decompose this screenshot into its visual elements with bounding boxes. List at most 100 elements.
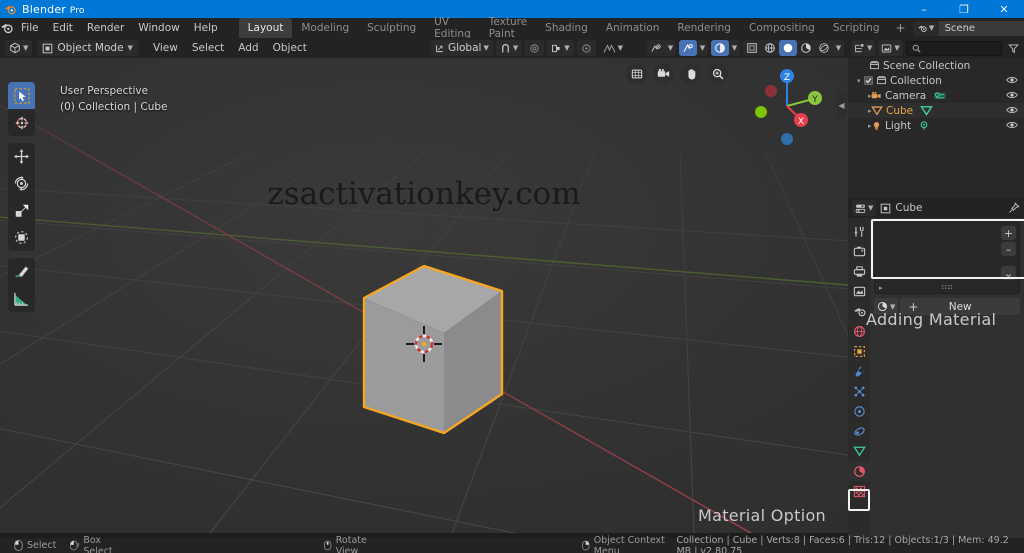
slot-list-expander[interactable]: ▸ <box>879 284 883 292</box>
physics-tab[interactable] <box>848 401 870 421</box>
expander-light[interactable]: ▸ <box>852 122 872 130</box>
blender-logo-icon[interactable] <box>0 18 14 38</box>
menu-file[interactable]: File <box>14 19 46 37</box>
menu-help[interactable]: Help <box>187 19 225 37</box>
maximize-button[interactable]: ❐ <box>944 0 984 18</box>
editor-type-3dview-icon[interactable]: ▼ <box>5 40 33 56</box>
toggle-camera-grid-icon[interactable] <box>626 63 647 84</box>
texture-tab[interactable] <box>848 481 870 501</box>
modifier-tab[interactable] <box>848 361 870 381</box>
shading-material-preview-icon[interactable] <box>797 40 815 56</box>
light-visibility-eye-icon[interactable] <box>1006 119 1018 131</box>
show-gizmo-icon[interactable] <box>647 40 665 56</box>
show-overlays-toggle[interactable] <box>679 40 697 56</box>
filter-icon[interactable] <box>1005 40 1021 56</box>
expander-cube[interactable]: ▸ <box>852 107 872 115</box>
pan-view-icon[interactable] <box>680 63 701 84</box>
tab-animation[interactable]: Animation <box>597 18 669 38</box>
camera-data-icon[interactable] <box>933 90 947 101</box>
pin-icon[interactable] <box>1008 202 1020 214</box>
navigation-axis-gizmo[interactable]: Z Y X <box>742 61 832 151</box>
filter-id-icon[interactable]: ▼ <box>878 40 903 56</box>
scene-icon[interactable]: ▼ <box>912 20 939 36</box>
expander-camera[interactable]: ▸ <box>852 92 872 100</box>
overlay-chevron-icon[interactable]: ▼ <box>697 40 708 56</box>
outliner-display-mode-icon[interactable]: ▼ <box>851 40 876 56</box>
pivot-point-selector[interactable]: ▼ <box>547 40 574 56</box>
collection-visibility-eye-icon[interactable] <box>1006 74 1018 86</box>
rotate-tool[interactable] <box>8 170 35 197</box>
sidebar-toggle-arrow[interactable]: ◀ <box>837 92 846 118</box>
cube-visibility-eye-icon[interactable] <box>1006 104 1018 116</box>
viewport-menu-select[interactable]: Select <box>185 40 231 56</box>
zoom-view-icon[interactable] <box>707 63 728 84</box>
editor-type-selector[interactable]: ▼ <box>0 40 33 56</box>
menu-edit[interactable]: Edit <box>46 19 80 37</box>
scene-name[interactable]: Scene <box>938 20 1023 36</box>
camera-visibility-eye-icon[interactable] <box>1006 89 1018 101</box>
particles-tab[interactable] <box>848 381 870 401</box>
outliner-row-collection[interactable]: ▾ Collection <box>848 73 1024 88</box>
material-slot-list[interactable]: + – ⌄ ▸ <box>874 222 1020 294</box>
tab-texture-paint[interactable]: Texture Paint <box>480 16 536 40</box>
close-button[interactable]: ✕ <box>984 0 1024 18</box>
viewport-canvas[interactable]: zsactivationkey.com Z Y X ◀ User Perspec… <box>0 58 848 533</box>
material-slot-specials-menu[interactable]: ⌄ <box>1001 266 1016 280</box>
tab-sculpting[interactable]: Sculpting <box>358 18 425 38</box>
falloff-selector[interactable] <box>576 40 596 56</box>
shading-wireframe-icon[interactable] <box>743 40 761 56</box>
outliner-search-input[interactable] <box>905 40 1002 56</box>
outliner-row-scene-collection[interactable]: Scene Collection <box>848 58 1024 73</box>
toggle-xray-icon[interactable] <box>711 40 729 56</box>
viewport-menu-add[interactable]: Add <box>231 40 265 56</box>
outliner-row-camera[interactable]: ▸ Camera <box>848 88 1024 103</box>
viewport-menu-view[interactable]: View <box>146 40 185 56</box>
shading-solid-wire-icon[interactable] <box>761 40 779 56</box>
render-tab[interactable] <box>848 241 870 261</box>
material-tab[interactable] <box>848 461 870 481</box>
tab-modeling[interactable]: Modeling <box>292 18 358 38</box>
tab-compositing[interactable]: Compositing <box>740 18 824 38</box>
scale-tool[interactable] <box>8 197 35 224</box>
cube-object[interactable] <box>352 261 552 451</box>
properties-editor-icon[interactable]: ▼ <box>852 200 877 216</box>
outliner-row-cube[interactable]: ▸ Cube <box>848 103 1024 118</box>
tab-scripting[interactable]: Scripting <box>824 18 889 38</box>
tab-layout[interactable]: Layout <box>238 18 293 38</box>
falloff-curve-selector[interactable]: ▼ <box>599 40 627 56</box>
move-tool[interactable] <box>8 143 35 170</box>
object-data-tab[interactable] <box>848 441 870 461</box>
constraints-tab[interactable] <box>848 421 870 441</box>
light-data-icon[interactable] <box>918 120 930 131</box>
interaction-mode-selector[interactable]: Object Mode ▼ <box>38 40 138 56</box>
gizmo-chevron-icon[interactable]: ▼ <box>665 40 676 56</box>
breadcrumb-object-name[interactable]: Cube <box>895 202 922 214</box>
add-material-slot-button[interactable]: + <box>1001 226 1016 240</box>
xray-chevron-icon[interactable]: ▼ <box>729 40 740 56</box>
object-tab[interactable] <box>848 341 870 361</box>
measure-tool[interactable] <box>8 285 35 312</box>
output-tab[interactable] <box>848 261 870 281</box>
proportional-editing-toggle[interactable] <box>525 40 545 56</box>
menu-render[interactable]: Render <box>80 19 131 37</box>
material-slot-resize-grip[interactable] <box>875 280 1019 293</box>
shading-chevron-icon[interactable]: ▼ <box>833 40 844 56</box>
snapping-toggle[interactable]: ▼ <box>495 40 523 56</box>
minimize-button[interactable]: – <box>904 0 944 18</box>
tab-rendering[interactable]: Rendering <box>668 18 740 38</box>
outliner-row-light[interactable]: ▸ Light <box>848 118 1024 133</box>
view-layer-tab[interactable] <box>848 281 870 301</box>
collection-checkbox[interactable] <box>864 76 873 85</box>
tab-shading[interactable]: Shading <box>536 18 597 38</box>
shading-solid-icon[interactable] <box>779 40 797 56</box>
tweak-select-box-tool[interactable] <box>8 82 35 109</box>
remove-material-slot-button[interactable]: – <box>1001 242 1016 256</box>
transform-orientation-selector[interactable]: Global ▼ <box>430 40 493 56</box>
cursor-tool[interactable] <box>8 109 35 136</box>
viewport-menu-object[interactable]: Object <box>266 40 314 56</box>
annotate-tool[interactable] <box>8 258 35 285</box>
expander-collection[interactable]: ▾ <box>852 77 861 85</box>
transform-tool[interactable] <box>8 224 35 251</box>
tab-uv-editing[interactable]: UV Editing <box>425 16 480 40</box>
shading-rendered-icon[interactable] <box>815 40 833 56</box>
